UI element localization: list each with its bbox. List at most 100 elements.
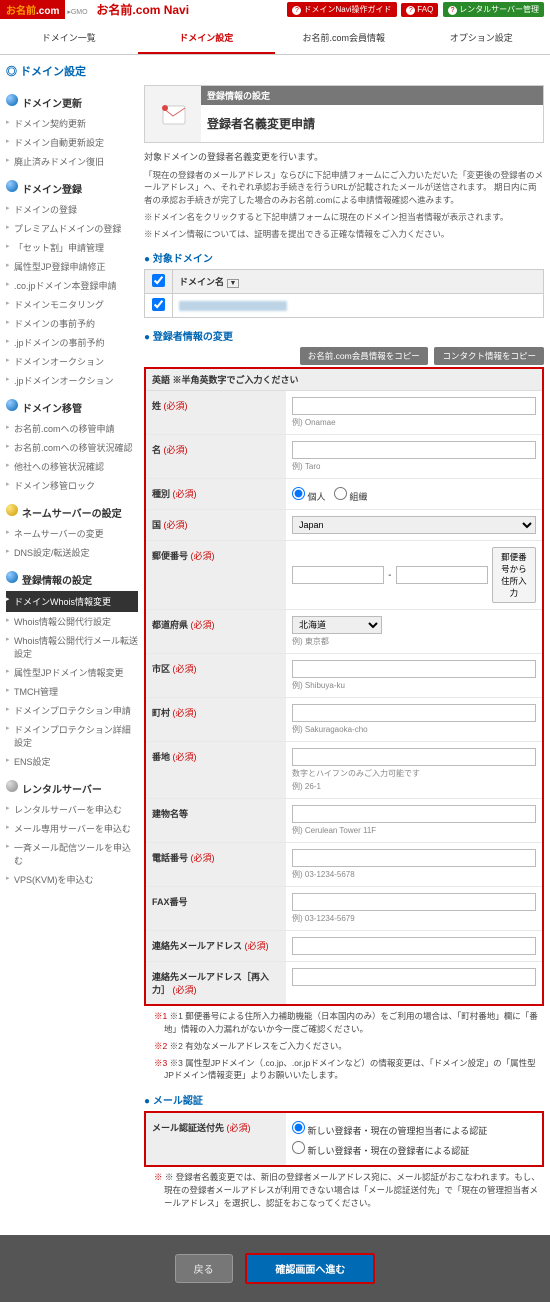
header-buttons: ?ドメインNavi操作ガイド ?FAQ ?レンタルサーバー管理	[285, 2, 544, 17]
label-addr: 番地 (必須)	[146, 742, 286, 798]
sidebar-group-register: ドメイン登録	[6, 177, 138, 200]
checkbox-domain[interactable]	[152, 298, 165, 311]
input-mail[interactable]	[292, 937, 536, 955]
input-addr[interactable]	[292, 748, 536, 766]
registrant-form: 英語 ※半角英数字でご入力ください 姓 (必須)例) Onamae 名 (必須)…	[144, 367, 544, 1006]
btn-faq[interactable]: ?FAQ	[401, 3, 438, 17]
label-bldg: 建物名等	[146, 799, 286, 842]
input-city[interactable]	[292, 660, 536, 678]
btn-guide[interactable]: ?ドメインNavi操作ガイド	[287, 2, 396, 17]
label-tel: 電話番号 (必須)	[146, 843, 286, 886]
sidebar-item[interactable]: ドメイン契約更新	[6, 114, 138, 133]
form-note: 英語 ※半角英数字でご入力ください	[146, 369, 542, 391]
radio-kind-personal[interactable]: 個人	[292, 492, 326, 502]
input-bldg[interactable]	[292, 805, 536, 823]
btn-next[interactable]: 確認画面へ進む	[245, 1253, 375, 1284]
hint: 例) Cerulean Tower 11F	[292, 825, 536, 836]
label-fax: FAX番号	[146, 887, 286, 930]
sort-icon[interactable]: ▼	[227, 279, 240, 288]
sidebar-item[interactable]: ドメイン移管ロック	[6, 476, 138, 495]
tab-options[interactable]: オプション設定	[413, 23, 550, 54]
bottom-bar: 戻る 確認画面へ進む	[0, 1235, 550, 1302]
hint: 例) Taro	[292, 461, 536, 472]
sidebar-item[interactable]: ドメインの事前予約	[6, 314, 138, 333]
sidebar-item[interactable]: ドメインの登録	[6, 200, 138, 219]
label-sei: 姓 (必須)	[146, 391, 286, 434]
sidebar-item[interactable]: Whois情報公開代行設定	[6, 612, 138, 631]
heading-registrant-change: 登録者情報の変更	[144, 328, 544, 343]
sidebar-item[interactable]: VPS(KVM)を申込む	[6, 870, 138, 889]
sidebar-item[interactable]: Whois情報公開代行メール転送設定	[6, 631, 138, 663]
sidebar-item[interactable]: メール専用サーバーを申込む	[6, 819, 138, 838]
sidebar-item[interactable]: お名前.comへの移管状況確認	[6, 438, 138, 457]
sidebar-item[interactable]: プレミアムドメインの登録	[6, 219, 138, 238]
logo-sub: ▸GMO	[67, 9, 87, 16]
sidebar-item[interactable]: ドメインプロテクション詳細設定	[6, 720, 138, 752]
sidebar-item[interactable]: ドメインモニタリング	[6, 295, 138, 314]
input-mail2[interactable]	[292, 968, 536, 986]
sidebar-group-transfer: ドメイン移管	[6, 396, 138, 419]
sidebar-item[interactable]: ENS設定	[6, 752, 138, 771]
sidebar-item[interactable]: お名前.comへの移管申請	[6, 419, 138, 438]
select-pref[interactable]: 北海道	[292, 616, 382, 634]
radio-auth-registrant[interactable]: 新しい登録者・現在の登録者による認証	[292, 1146, 469, 1156]
mail-auth-box: メール認証送付先 (必須) 新しい登録者・現在の管理担当者による認証 新しい登録…	[144, 1111, 544, 1167]
checkbox-all[interactable]	[152, 274, 165, 287]
input-postal2[interactable]	[396, 566, 488, 584]
sidebar-item[interactable]: .jpドメインの事前予約	[6, 333, 138, 352]
domain-col-header: ドメイン名 ▼	[173, 270, 544, 294]
sidebar-item[interactable]: 「セット割」申請管理	[6, 238, 138, 257]
hint: 例) 26-1	[292, 781, 536, 792]
btn-postal-lookup[interactable]: 郵便番号から住所入力	[492, 547, 536, 603]
sidebar-item[interactable]: ドメインプロテクション申請	[6, 701, 138, 720]
heading-target-domain: 対象ドメイン	[144, 250, 544, 265]
sidebar-group-renew: ドメイン更新	[6, 91, 138, 114]
sidebar-item[interactable]: 属性型JPドメイン情報変更	[6, 663, 138, 682]
intro-text: 「現在の登録者のメールアドレス」ならびに下記申請フォームにご入力いただいた「変更…	[144, 169, 544, 207]
label-country: 国 (必須)	[146, 510, 286, 540]
sidebar-item[interactable]: .jpドメインオークション	[6, 371, 138, 390]
sidebar-item[interactable]: 廃止済みドメイン復旧	[6, 152, 138, 171]
footnote: ※1 ※1 郵便番号による住所入力補助機能（日本国内のみ）をご利用の場合は、「町…	[154, 1010, 544, 1036]
sidebar-item[interactable]: レンタルサーバーを申込む	[6, 800, 138, 819]
hint: 例) 03-1234-5679	[292, 913, 536, 924]
input-sei[interactable]	[292, 397, 536, 415]
hint: 例) 東京都	[292, 636, 536, 647]
sidebar-item[interactable]: TMCH管理	[6, 682, 138, 701]
input-mei[interactable]	[292, 441, 536, 459]
domain-name-cell[interactable]: xxxxxxx.xxx	[173, 294, 544, 318]
sidebar-group-ns: ネームサーバーの設定	[6, 501, 138, 524]
sidebar-item[interactable]: 一斉メール配信ツールを申込む	[6, 838, 138, 870]
label-pref: 都道府県 (必須)	[146, 610, 286, 653]
btn-copy-member[interactable]: お名前.com会員情報をコピー	[300, 347, 428, 365]
radio-auth-admin[interactable]: 新しい登録者・現在の管理担当者による認証	[292, 1126, 487, 1136]
sidebar-item[interactable]: ネームサーバーの変更	[6, 524, 138, 543]
sidebar-item[interactable]: ドメイン自動更新設定	[6, 133, 138, 152]
sidebar-item[interactable]: DNS設定/転送設定	[6, 543, 138, 562]
radio-kind-org[interactable]: 組織	[334, 492, 368, 502]
sidebar-group-reginfo: 登録情報の設定	[6, 568, 138, 591]
label-mail2: 連絡先メールアドレス［再入力］ (必須)	[146, 962, 286, 1004]
input-tel[interactable]	[292, 849, 536, 867]
logo: お名前.com	[0, 0, 65, 19]
btn-rental[interactable]: ?レンタルサーバー管理	[443, 2, 544, 17]
question-icon: ?	[448, 6, 457, 15]
card-title: 登録者名義変更申請	[201, 105, 543, 142]
tab-domain-list[interactable]: ドメイン一覧	[0, 23, 138, 54]
label-auth: メール認証送付先 (必須)	[146, 1113, 286, 1165]
tab-member-info[interactable]: お名前.com会員情報	[275, 23, 413, 54]
select-country[interactable]: Japan	[292, 516, 536, 534]
intro-text: ※ドメイン情報については、証明書を提出できる正確な情報をご入力ください。	[144, 228, 544, 241]
btn-copy-contact[interactable]: コンタクト情報をコピー	[434, 347, 544, 365]
sidebar-item[interactable]: ドメインオークション	[6, 352, 138, 371]
sidebar-group-rental: レンタルサーバー	[6, 777, 138, 800]
tab-domain-settings[interactable]: ドメイン設定	[138, 23, 276, 54]
sidebar-item-whois-change[interactable]: ドメインWhois情報変更	[6, 591, 138, 612]
input-fax[interactable]	[292, 893, 536, 911]
btn-back[interactable]: 戻る	[175, 1254, 233, 1283]
sidebar-item[interactable]: 属性型JP登録申請修正	[6, 257, 138, 276]
sidebar-item[interactable]: .co.jpドメイン本登録申請	[6, 276, 138, 295]
sidebar-item[interactable]: 他社への移管状況確認	[6, 457, 138, 476]
input-town[interactable]	[292, 704, 536, 722]
input-postal1[interactable]	[292, 566, 384, 584]
